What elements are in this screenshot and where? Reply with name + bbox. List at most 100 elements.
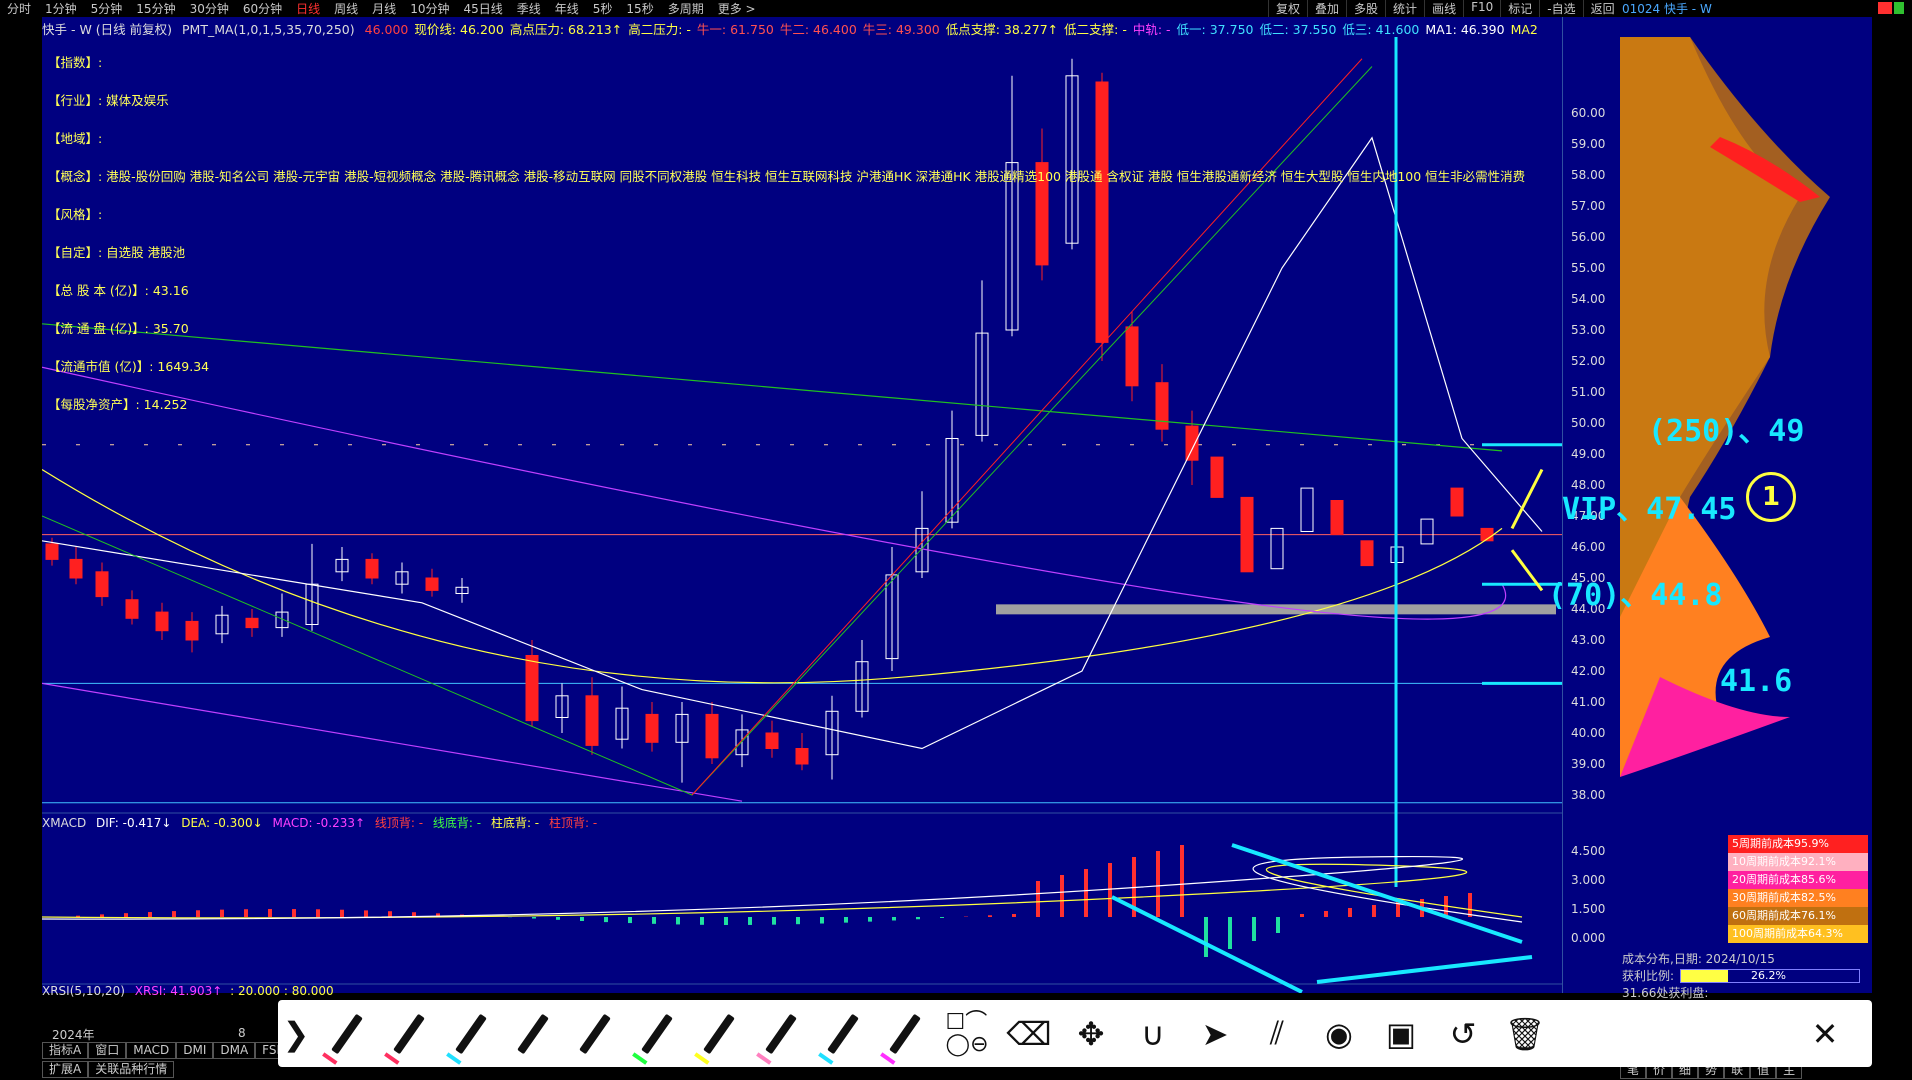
period-tab[interactable]: 季线: [510, 0, 548, 17]
legend-item: 牛三: 49.300: [862, 22, 940, 37]
price-tick: 57.00: [1571, 199, 1606, 213]
period-tab[interactable]: 30分钟: [183, 0, 236, 17]
macd-tag-2: 线底背: -: [432, 816, 482, 830]
period-tab[interactable]: 年线: [548, 0, 586, 17]
menu-item[interactable]: F10: [1463, 0, 1500, 17]
period-tab[interactable]: 15秒: [619, 0, 660, 17]
pen-shape: [765, 1013, 797, 1054]
chevron-right-icon[interactable]: ❯: [278, 1006, 314, 1062]
flag-icon[interactable]: [1894, 2, 1904, 14]
pen-icon[interactable]: [318, 1006, 376, 1062]
pen-shape: [331, 1013, 363, 1054]
pen-icon[interactable]: [566, 1006, 624, 1062]
shapes-icon[interactable]: ☐⌒ ◯⊖: [938, 1006, 996, 1062]
menu-item[interactable]: 多股: [1346, 0, 1385, 17]
info-line: 【指数】:: [48, 55, 103, 70]
pen-icon[interactable]: [442, 1006, 500, 1062]
xrsi-levels: : 20.000 : 80.000: [230, 984, 334, 998]
camera-icon[interactable]: ▣: [1372, 1006, 1430, 1062]
cost-date: 成本分布,日期: 2024/10/15: [1622, 952, 1775, 966]
annot-circle-label: 1: [1761, 482, 1781, 512]
close-icon[interactable]: ✕: [1796, 1006, 1854, 1062]
trash-icon[interactable]: 🗑: [1496, 1006, 1554, 1062]
legend-item: 高点压力: 68.213↑: [509, 22, 623, 37]
indicator-tab[interactable]: 窗口: [88, 1042, 127, 1059]
legend-item: 46.000: [364, 22, 409, 37]
menu-item[interactable]: 复权: [1268, 0, 1307, 17]
legend-item: 高二压力: -: [628, 22, 691, 37]
move-icon[interactable]: ✥: [1062, 1006, 1120, 1062]
period-tab[interactable]: 周线: [327, 0, 365, 17]
period-tab[interactable]: 1分钟: [38, 0, 84, 17]
profit-value: 26.2%: [1751, 968, 1786, 982]
period-tab[interactable]: 60分钟: [236, 0, 289, 17]
price-tick: 41.00: [1571, 695, 1606, 709]
price-tick: 54.00: [1571, 292, 1606, 306]
app-window: 分时 1分钟 5分钟 15分钟 30分钟 60分钟 日线 周线 月线 10分钟 45日线 季线 年线 5秒…: [0, 0, 1912, 1080]
indicator-tab[interactable]: DMA: [213, 1042, 256, 1059]
price-tick: 50.00: [1571, 416, 1606, 430]
price-tick: 60.00: [1571, 106, 1606, 120]
pen-shape: [827, 1013, 859, 1054]
price-tick: 52.00: [1571, 354, 1606, 368]
cost-info: 成本分布,日期: 2024/10/15 获利比例: 26.2% 31.66处获利…: [1622, 950, 1861, 1001]
legend-items: 46.000 现价线: 46.200 高点压力: 68.213↑ 高二压力: - 牛一:…: [365, 22, 1544, 37]
period-tab[interactable]: 10分钟: [403, 0, 456, 17]
menu-item[interactable]: 画线: [1424, 0, 1463, 17]
extension-tab[interactable]: 扩展A: [42, 1061, 89, 1078]
pen-icon[interactable]: [690, 1006, 748, 1062]
period-tab[interactable]: 更多 >: [711, 0, 763, 17]
period-tab[interactable]: 多周期: [661, 0, 711, 17]
indicator-tab[interactable]: MACD: [126, 1042, 177, 1059]
color-square-icon[interactable]: [1878, 2, 1892, 14]
pen-icon[interactable]: [504, 1006, 562, 1062]
hatch-icon[interactable]: ⫽: [1248, 1006, 1306, 1062]
legend-title: 快手 - W (日线 前复权): [42, 22, 173, 37]
menu-item[interactable]: 返回: [1582, 0, 1622, 17]
eraser-icon[interactable]: ⌫: [1000, 1006, 1058, 1062]
price-tick: 42.00: [1571, 664, 1606, 678]
period-tab[interactable]: 分时: [0, 0, 38, 17]
menu-item[interactable]: 统计: [1385, 0, 1424, 17]
undo-icon[interactable]: ↺: [1434, 1006, 1492, 1062]
menu-item[interactable]: -自选: [1539, 0, 1582, 17]
price-tick: 43.00: [1571, 633, 1606, 647]
pen-shape: [889, 1013, 921, 1054]
indicator-tab[interactable]: DMI: [176, 1042, 214, 1059]
pen-icon[interactable]: [380, 1006, 438, 1062]
drawing-toolbar: ❯ ☐⌒ ◯⊖ ⌫ ✥ ∪ ➤ ⫽ ◉ ▣ ↺ 🗑 ✕: [278, 1000, 1872, 1067]
cost-row: 30周期前成本82.5%: [1728, 889, 1868, 907]
pen-icon[interactable]: [628, 1006, 686, 1062]
profit-bar: 26.2%: [1680, 968, 1861, 983]
extension-tab[interactable]: 关联品种行情: [88, 1061, 175, 1078]
menu-item[interactable]: 叠加: [1307, 0, 1346, 17]
macd-dif: DIF: -0.417↓: [96, 816, 172, 830]
macd-name: XMACD: [42, 816, 87, 830]
legend-item: MA2: [1510, 22, 1538, 37]
pen-icon[interactable]: [814, 1006, 872, 1062]
period-tab[interactable]: 5分钟: [84, 0, 130, 17]
legend-item: 低二: 37.550: [1259, 22, 1337, 37]
legend-item: 低三: 41.600: [1342, 22, 1420, 37]
menu-item[interactable]: 标记: [1500, 0, 1539, 17]
chart-legend: 快手 - W (日线 前复权) PMT_MA(1,0,1,5,35,70,250…: [42, 19, 1550, 38]
macd-tick: 3.000: [1571, 873, 1606, 887]
eye-icon[interactable]: ◉: [1310, 1006, 1368, 1062]
period-tab[interactable]: 45日线: [456, 0, 509, 17]
cost-extra: 31.66处获利盘:: [1622, 986, 1709, 1000]
pen-icon[interactable]: [752, 1006, 810, 1062]
period-tab[interactable]: 5秒: [586, 0, 620, 17]
pointer-icon[interactable]: ➤: [1186, 1006, 1244, 1062]
stock-tag[interactable]: 01024 快手 - W: [1622, 0, 1712, 17]
indicator-tab[interactable]: 指标A: [42, 1042, 89, 1059]
magnet-icon[interactable]: ∪: [1124, 1006, 1182, 1062]
pen-icon[interactable]: [876, 1006, 934, 1062]
price-tick: 55.00: [1571, 261, 1606, 275]
legend-item: 牛一: 61.750: [696, 22, 774, 37]
annot-ma250: (250)、49: [1648, 414, 1805, 449]
period-tab[interactable]: 日线: [289, 0, 327, 17]
period-tab[interactable]: 15分钟: [129, 0, 182, 17]
kline-chart[interactable]: [42, 17, 1584, 993]
extension-tabs: 扩展A 关联品种行情: [42, 1061, 175, 1078]
period-tab[interactable]: 月线: [365, 0, 403, 17]
